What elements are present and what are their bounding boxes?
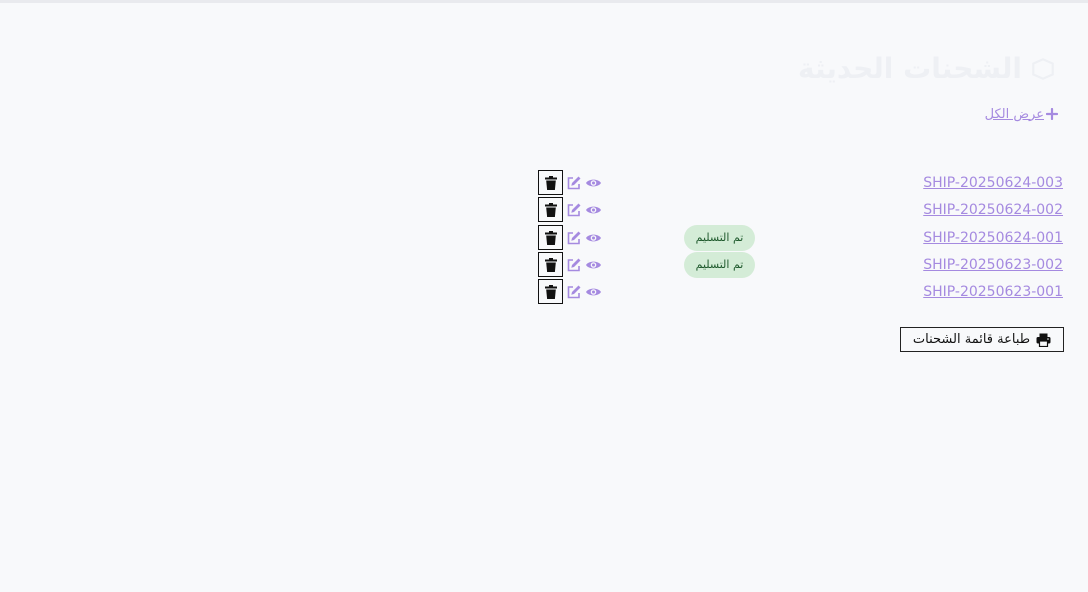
delete-button[interactable] [538,279,563,304]
print-button-label: طباعة قائمة الشحنات [912,332,1031,347]
edit-button[interactable] [566,284,582,300]
view-button[interactable] [585,284,602,300]
eye-icon [586,234,601,242]
page-title: الشحنات الحديثة [798,52,1056,85]
shipment-row: SHIP-20250624-001 تم التسليم [0,225,1088,251]
edit-icon [567,176,581,190]
delete-button[interactable] [538,197,563,222]
trash-icon [544,257,557,272]
delete-button[interactable] [538,170,563,195]
shipment-id-link[interactable]: SHIP-20250624-001 [923,229,1063,247]
edit-icon [567,258,581,272]
shipment-row: SHIP-20250623-001 [0,279,1088,305]
edit-button[interactable] [566,175,582,191]
trash-icon [544,230,557,245]
page-title-text: الشحنات الحديثة [798,52,1022,85]
trash-icon [544,284,557,299]
box-icon [1030,56,1056,82]
trash-icon [544,175,557,190]
shipment-id-link[interactable]: SHIP-20250624-003 [923,174,1063,192]
view-button[interactable] [585,202,602,218]
edit-button[interactable] [566,202,582,218]
print-shipments-button[interactable]: طباعة قائمة الشحنات [900,327,1064,352]
edit-icon [567,203,581,217]
shipment-id-link[interactable]: SHIP-20250623-001 [923,283,1063,301]
edit-button[interactable] [566,230,582,246]
eye-icon [586,261,601,269]
view-all-label: عرض الكل [984,106,1044,122]
edit-icon [567,285,581,299]
eye-icon [586,206,601,214]
status-badge: تم التسليم [684,252,755,278]
edit-icon [567,231,581,245]
trash-icon [544,202,557,217]
print-icon [1036,333,1051,347]
view-all-link[interactable]: عرض الكل [985,104,1058,124]
view-button[interactable] [585,175,602,191]
delete-button[interactable] [538,225,563,250]
delete-button[interactable] [538,252,563,277]
shipment-id-link[interactable]: SHIP-20250624-002 [923,201,1063,219]
shipment-row: SHIP-20250623-002 تم التسليم [0,252,1088,278]
shipment-id-link[interactable]: SHIP-20250623-002 [923,256,1063,274]
shipment-row: SHIP-20250624-002 [0,197,1088,223]
status-badge: تم التسليم [684,225,755,251]
view-button[interactable] [585,257,602,273]
edit-button[interactable] [566,257,582,273]
view-button[interactable] [585,230,602,246]
top-border [0,0,1088,3]
plus-icon [1046,108,1058,120]
eye-icon [586,179,601,187]
eye-icon [586,288,601,296]
shipment-row: SHIP-20250624-003 [0,170,1088,196]
